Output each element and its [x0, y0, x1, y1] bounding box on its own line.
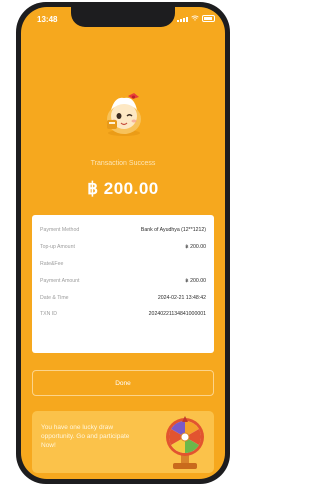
detail-row-date-time: Date & Time 2024-02-21 13:48:42 — [40, 289, 206, 306]
detail-row-payment-amount: Payment Amount ฿ 200.00 — [40, 272, 206, 289]
app-screen: 13:48 Transaction Success ฿ 200.00 Payme… — [21, 7, 225, 479]
detail-row-payment-method: Payment Method Bank of Ayudhya (12**1212… — [40, 222, 206, 239]
detail-label: Rate&Fee — [40, 260, 64, 267]
lucky-draw-text: You have one lucky draw opportunity. Go … — [41, 424, 130, 449]
detail-value: 20240221134841000001 — [148, 311, 206, 318]
wifi-icon — [191, 15, 199, 21]
prize-wheel-icon — [166, 416, 204, 469]
detail-row-topup-amount: Top-up Amount ฿ 200.00 — [40, 239, 206, 256]
detail-value: ฿ 200.00 — [185, 244, 206, 251]
signal-icon — [177, 17, 188, 22]
phone-frame: 13:48 Transaction Success ฿ 200.00 Payme… — [16, 2, 230, 484]
lucky-draw-banner[interactable]: You have one lucky draw opportunity. Go … — [32, 411, 214, 473]
detail-label: Date & Time — [40, 294, 69, 301]
mascot-icon — [107, 93, 141, 136]
camera-notch — [71, 7, 175, 27]
detail-value: Bank of Ayudhya (12**1212) — [140, 227, 206, 234]
detail-value: ฿ 200.00 — [185, 277, 206, 284]
detail-label: Payment Amount — [40, 277, 80, 284]
status-icons — [177, 14, 215, 22]
detail-label: Payment Method — [40, 227, 80, 234]
battery-icon — [202, 15, 215, 22]
transaction-status-title: Transaction Success — [90, 160, 156, 167]
transaction-details-card: Payment Method Bank of Ayudhya (12**1212… — [32, 215, 214, 353]
detail-value: 2024-02-21 13:48:42 — [157, 294, 206, 301]
detail-row-txn-id: TXN ID 20240221134841000001 — [40, 306, 206, 323]
status-time: 13:48 — [37, 15, 58, 24]
transaction-amount: ฿ 200.00 — [87, 179, 159, 198]
detail-label: TXN ID — [40, 311, 58, 318]
detail-row-rate-fee: Rate&Fee — [40, 256, 206, 273]
done-button[interactable]: Done — [32, 370, 214, 396]
detail-label: Top-up Amount — [40, 244, 75, 251]
